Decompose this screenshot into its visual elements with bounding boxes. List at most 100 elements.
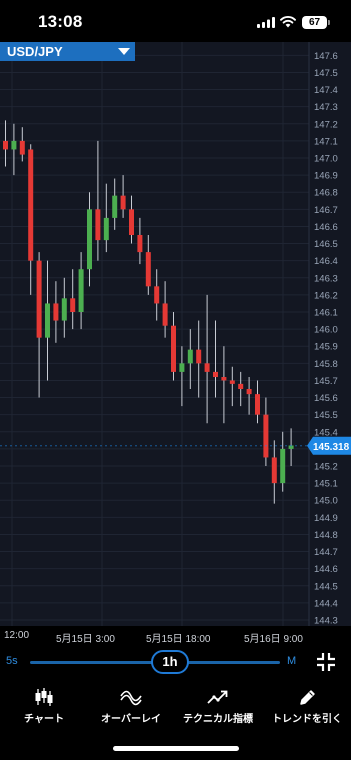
candle-body — [137, 235, 143, 253]
pencil-icon — [300, 690, 315, 705]
candle-body — [263, 414, 269, 458]
candle-body — [162, 303, 168, 326]
price-tick-label: 144.3 — [314, 616, 338, 627]
candle-body — [61, 298, 67, 321]
candle-body — [246, 389, 252, 395]
price-tick-label: 147.6 — [314, 51, 338, 62]
price-tick-label: 146.3 — [314, 273, 338, 284]
candle-body — [70, 298, 76, 312]
candle-body — [19, 140, 25, 155]
price-tick-label: 145.9 — [314, 342, 338, 353]
current-price-label: 145.318 — [313, 442, 350, 453]
home-indicator[interactable] — [113, 746, 239, 751]
overlay-wave-icon — [120, 690, 142, 706]
price-tick-label: 147.4 — [314, 85, 338, 96]
candle-body — [221, 377, 227, 381]
price-tick-label: 144.5 — [314, 581, 338, 592]
time-axis: 12:00 5月15日 3:00 5月15日 18:00 5月16日 9:00 — [0, 626, 351, 648]
price-tick-label: 145.7 — [314, 376, 338, 387]
price-tick-label: 146.1 — [314, 308, 338, 319]
candle-body — [112, 195, 118, 218]
cellular-signal-icon — [257, 17, 275, 28]
candle-body — [213, 371, 218, 378]
trending-up-icon — [207, 690, 228, 704]
candle-body — [204, 363, 210, 372]
price-tick-label: 147.2 — [314, 119, 338, 130]
price-tick-label: 147.1 — [314, 136, 338, 147]
timeframe-max-label[interactable]: M — [287, 655, 296, 667]
candle-body — [120, 195, 126, 210]
timeframe-min-label[interactable]: 5s — [6, 655, 18, 667]
time-tick-label: 5月15日 18:00 — [146, 634, 211, 645]
price-tick-label: 145.0 — [314, 496, 338, 507]
candle-body — [196, 349, 202, 364]
price-tick-label: 146.5 — [314, 239, 338, 250]
status-bar: 13:08 67 — [0, 0, 351, 42]
price-tick-label: 146.2 — [314, 290, 338, 301]
candle-body — [145, 252, 151, 287]
price-chart[interactable]: 147.9147.8147.7147.6147.5147.4147.3147.2… — [0, 0, 351, 626]
price-tick-label: 145.1 — [314, 479, 338, 490]
time-tick-label: 5月16日 9:00 — [244, 634, 303, 645]
symbol-select[interactable]: USD/JPY — [0, 42, 135, 61]
timeframe-slider-handle[interactable]: 1h — [151, 650, 189, 674]
chart-type-label: チャート — [24, 714, 64, 725]
candle-body — [78, 269, 84, 312]
chevron-down-icon — [118, 48, 130, 55]
draw-trendline-label: トレンドを引く — [272, 714, 342, 725]
price-tick-label: 145.5 — [314, 410, 338, 421]
timeframe-bar: 5s 1h M — [0, 648, 351, 676]
candle-body — [129, 209, 134, 235]
candle-body — [255, 394, 260, 415]
time-tick-label: 12:00 — [4, 630, 30, 641]
candle-body — [280, 448, 286, 484]
symbol-label: USD/JPY — [7, 44, 63, 59]
candle-body — [229, 380, 235, 384]
price-tick-label: 144.4 — [314, 598, 338, 609]
candle-body — [103, 217, 109, 241]
candle-body — [154, 286, 160, 304]
candle-body — [53, 303, 59, 321]
price-tick-label: 145.6 — [314, 393, 338, 404]
time-tick-label: 5月15日 3:00 — [56, 634, 115, 645]
price-tick-label: 145.2 — [314, 462, 338, 473]
chart-type-button[interactable]: チャート — [4, 688, 84, 725]
overlay-label: オーバーレイ — [101, 714, 161, 725]
candle-body — [271, 457, 277, 484]
collapse-fullscreen-icon[interactable] — [316, 652, 336, 672]
candlestick-icon — [35, 688, 53, 706]
price-tick-label: 147.0 — [314, 154, 338, 165]
chart-area[interactable]: 147.9147.8147.7147.6147.5147.4147.3147.2… — [0, 0, 351, 626]
status-time: 13:08 — [38, 12, 83, 31]
price-tick-label: 146.9 — [314, 171, 338, 182]
price-tick-label: 144.7 — [314, 547, 338, 558]
candle-body — [87, 209, 92, 270]
technical-indicator-button[interactable]: テクニカル指標 — [178, 688, 258, 725]
candle-body — [3, 140, 8, 150]
price-tick-label: 144.9 — [314, 513, 338, 524]
candle-body — [179, 363, 185, 372]
price-tick-label: 145.4 — [314, 427, 338, 438]
price-tick-label: 146.7 — [314, 205, 338, 216]
price-tick-label: 146.8 — [314, 188, 338, 199]
price-tick-label: 145.8 — [314, 359, 338, 370]
candle-body — [95, 209, 101, 241]
overlay-button[interactable]: オーバーレイ — [91, 688, 171, 725]
draw-trendline-button[interactable]: トレンドを引く — [267, 688, 347, 725]
candle-body — [36, 260, 42, 338]
candle-body — [45, 303, 50, 338]
candle-body — [187, 349, 193, 364]
candle-body — [171, 325, 176, 372]
price-tick-label: 147.3 — [314, 102, 338, 113]
price-tick-label: 146.6 — [314, 222, 338, 233]
candle-body — [238, 383, 244, 389]
battery-icon: 67 — [302, 16, 330, 29]
price-tick-label: 144.6 — [314, 564, 338, 575]
wifi-icon — [280, 15, 296, 28]
candle-body — [28, 149, 34, 261]
price-tick-label: 146.4 — [314, 256, 338, 267]
candle-body — [11, 140, 17, 150]
price-tick-label: 144.8 — [314, 530, 338, 541]
price-tick-label: 146.0 — [314, 325, 338, 336]
technical-indicator-label: テクニカル指標 — [183, 714, 253, 725]
